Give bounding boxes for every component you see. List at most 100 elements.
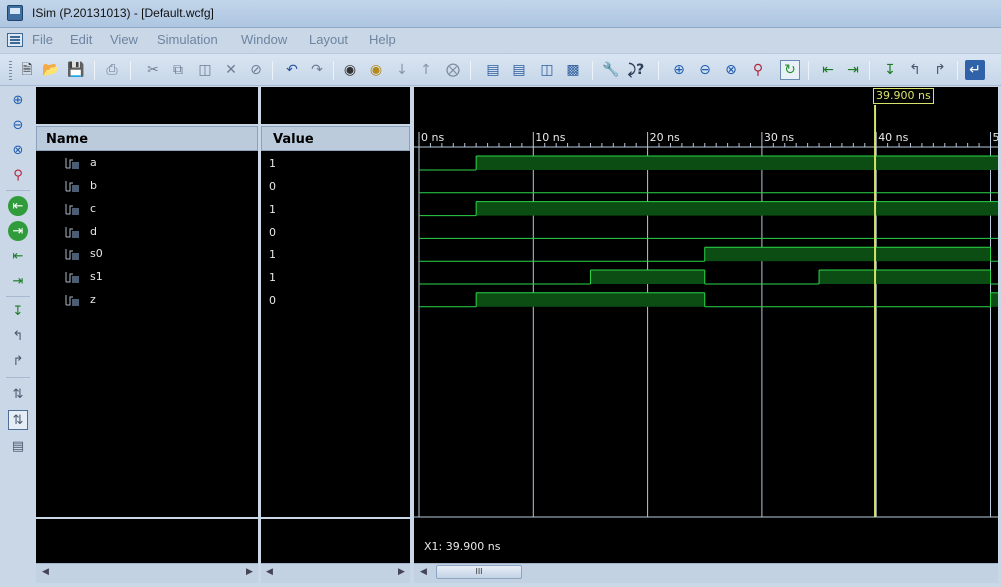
signal-row-z[interactable]: z	[36, 289, 258, 311]
zoom-cursor-icon[interactable]: ⚲	[748, 60, 768, 80]
cascade-icon[interactable]: ▤	[483, 60, 503, 80]
scroll-right-icon[interactable]: ▶	[398, 567, 405, 577]
zoom-in-icon[interactable]: ⊕	[669, 60, 689, 80]
add-marker-icon[interactable]: ↧	[8, 301, 28, 321]
tile-vertical-icon[interactable]: ◫	[537, 60, 557, 80]
prev-transition-icon[interactable]: ⇤	[818, 60, 838, 80]
toolbar-separator	[808, 61, 809, 80]
value-panel-top	[261, 87, 410, 124]
undo-icon[interactable]: ↶	[282, 60, 302, 80]
next-transition-icon[interactable]: ⇥	[8, 271, 28, 291]
prev-marker-icon[interactable]: ↰	[8, 326, 28, 346]
signal-name: z	[90, 293, 96, 306]
menu-edit[interactable]: Edit	[70, 32, 92, 47]
add-marker-icon[interactable]: ↧	[880, 60, 900, 80]
find-next-icon[interactable]: ◉	[366, 60, 386, 80]
console-icon[interactable]: ▤	[8, 436, 28, 456]
cursor-time-label[interactable]: 39.900 ns	[873, 88, 934, 104]
toolbar-separator	[658, 61, 659, 80]
signal-row-b[interactable]: b	[36, 175, 258, 197]
zoom-out-icon[interactable]: ⊖	[8, 115, 28, 135]
toolbar-separator	[6, 296, 30, 297]
scroll-thumb[interactable]: III	[436, 565, 522, 579]
find-icon[interactable]: ◉	[340, 60, 360, 80]
swap-icon[interactable]: ↵	[965, 60, 985, 80]
zoom-in-icon[interactable]: ⊕	[8, 90, 28, 110]
help-cursor-icon[interactable]: ⤸?	[626, 60, 646, 80]
wrench-icon[interactable]: 🔧	[601, 60, 621, 80]
down-arrow-icon[interactable]: ↓	[392, 60, 412, 80]
floating-ruler-icon[interactable]: ⇅	[8, 410, 28, 430]
scroll-left-icon[interactable]: ◀	[420, 567, 427, 577]
prev-transition-icon[interactable]: ⇤	[8, 246, 28, 266]
float-icon[interactable]: ▩	[563, 60, 583, 80]
value-column-header[interactable]: Value	[261, 126, 410, 151]
delete-icon[interactable]: ✕	[221, 60, 241, 80]
name-column-header[interactable]: Name	[36, 126, 258, 151]
new-file-icon[interactable]: 🗎	[17, 60, 37, 80]
name-panel-top	[36, 87, 258, 124]
up-arrow-icon[interactable]: ↑	[416, 60, 436, 80]
signal-value-d: 0	[269, 226, 276, 239]
document-menu-icon[interactable]	[7, 33, 23, 47]
scroll-right-icon[interactable]: ▶	[246, 567, 253, 577]
zoom-fit-icon[interactable]: ⊗	[721, 60, 741, 80]
trace-high-fill-c	[476, 201, 998, 216]
menu-window[interactable]: Window	[241, 32, 287, 47]
menu-help[interactable]: Help	[369, 32, 396, 47]
signal-name: b	[90, 179, 97, 192]
signal-row-s0[interactable]: s0	[36, 243, 258, 265]
trace-high-fill-s0	[704, 247, 991, 262]
go-start-icon[interactable]: ⇤	[8, 196, 28, 216]
tile-horizontal-icon[interactable]: ▤	[509, 60, 529, 80]
swap-icon[interactable]: ⇅	[8, 384, 28, 404]
refresh-icon[interactable]: ↻	[780, 60, 800, 80]
trace-high-fill-s1	[590, 270, 705, 284]
menu-file[interactable]: File	[32, 32, 53, 47]
next-marker-icon[interactable]: ↱	[930, 60, 950, 80]
signal-name: s1	[90, 270, 103, 283]
stop-icon[interactable]: ⊘	[246, 60, 266, 80]
zoom-out-icon[interactable]: ⊖	[695, 60, 715, 80]
zoom-cursor-icon[interactable]: ⚲	[8, 165, 28, 185]
signal-icon	[65, 181, 79, 192]
signal-icon	[65, 204, 79, 215]
waveform-canvas[interactable]: 0 ns 10 ns 20 ns 30 ns 40 ns 5	[414, 87, 998, 563]
time-tick-label: 40 ns	[878, 131, 908, 144]
redo-icon[interactable]: ↷	[307, 60, 327, 80]
copy-icon[interactable]: ⧉	[168, 60, 188, 80]
signal-row-d[interactable]: d	[36, 221, 258, 243]
clear-icon[interactable]: ⨂	[443, 60, 463, 80]
signal-name: s0	[90, 247, 103, 260]
time-tick-label: 30 ns	[764, 131, 794, 144]
toolbar-separator	[957, 61, 958, 80]
value-horizontal-scrollbar[interactable]	[261, 563, 410, 583]
cut-icon[interactable]: ✂	[143, 60, 163, 80]
toolbar-grip[interactable]	[9, 61, 12, 80]
print-icon[interactable]: ⎙	[102, 60, 122, 80]
signal-row-s1[interactable]: s1	[36, 266, 258, 288]
toolbar-separator	[470, 61, 471, 80]
menu-simulation[interactable]: Simulation	[157, 32, 218, 47]
prev-marker-icon[interactable]: ↰	[905, 60, 925, 80]
signal-icon	[65, 227, 79, 238]
menu-view[interactable]: View	[110, 32, 138, 47]
paste-icon[interactable]: ◫	[195, 60, 215, 80]
signal-row-a[interactable]: a	[36, 152, 258, 174]
signal-name: c	[90, 202, 97, 215]
scroll-left-icon[interactable]: ◀	[266, 567, 273, 577]
isim-app-icon[interactable]	[7, 5, 23, 21]
zoom-fit-icon[interactable]: ⊗	[8, 140, 28, 160]
name-panel-bottom	[36, 519, 258, 563]
scroll-left-icon[interactable]: ◀	[42, 567, 49, 577]
save-icon[interactable]: 💾	[66, 60, 86, 80]
signal-row-c[interactable]: c	[36, 198, 258, 220]
menu-layout[interactable]: Layout	[309, 32, 348, 47]
name-horizontal-scrollbar[interactable]	[36, 563, 258, 583]
next-transition-icon[interactable]: ⇥	[843, 60, 863, 80]
open-folder-icon[interactable]: 📂	[41, 60, 61, 80]
go-end-icon[interactable]: ⇥	[8, 221, 28, 241]
time-tick-label: 20 ns	[650, 131, 680, 144]
toolbar-separator	[6, 190, 30, 191]
next-marker-icon[interactable]: ↱	[8, 351, 28, 371]
